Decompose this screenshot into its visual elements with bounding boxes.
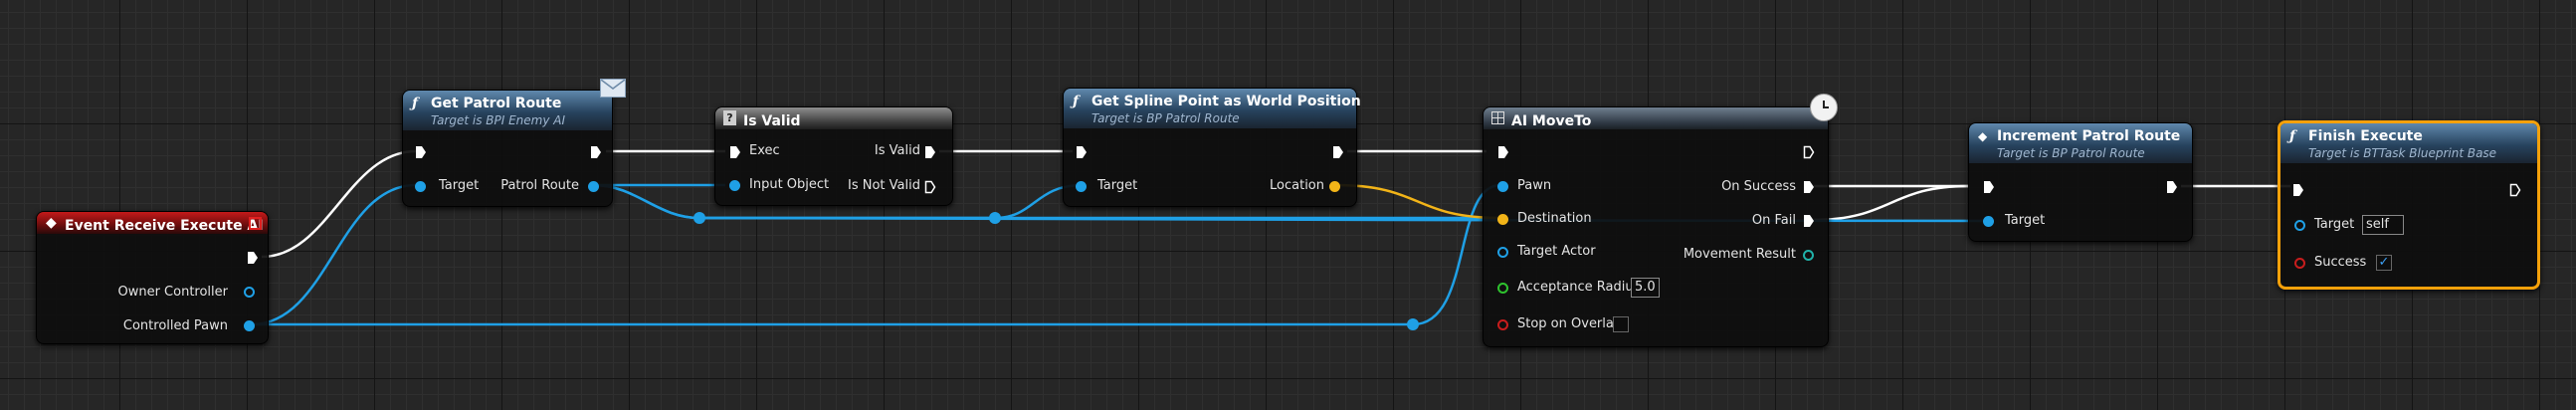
exec-in-pin[interactable] — [1983, 180, 1995, 194]
success-checkbox[interactable]: ✓ — [2376, 255, 2392, 271]
node-header: ? Is Valid — [715, 107, 952, 129]
function-icon: ƒ — [1073, 94, 1080, 109]
success-label: Success — [2314, 255, 2367, 270]
acceptance-radius-pin[interactable] — [1497, 283, 1508, 294]
target-label: Target — [2314, 217, 2355, 232]
exec-label: Exec — [749, 143, 780, 158]
owner-controller-label: Owner Controller — [117, 285, 228, 300]
exec-out-pin[interactable] — [2509, 183, 2521, 197]
event-diamond-icon: ◆ — [46, 215, 57, 231]
exec-wire — [1813, 184, 1969, 222]
node-header: ◆ Increment Patrol Route Target is BP Pa… — [1969, 123, 2192, 163]
event-diamond-icon: ◆ — [1978, 129, 1988, 143]
patrol-route-label: Patrol Route — [500, 178, 579, 193]
delegate-pin-icon[interactable] — [249, 217, 262, 230]
is-not-valid-exec-pin[interactable] — [924, 180, 936, 194]
target-actor-pin[interactable] — [1497, 247, 1508, 258]
node-subtitle: Target is BP Patrol Route — [1997, 146, 2145, 160]
destination-label: Destination — [1517, 211, 1592, 226]
node-header: ƒ Get Patrol Route Target is BPI Enemy A… — [403, 91, 612, 130]
stop-on-overlap-pin[interactable] — [1497, 319, 1508, 330]
on-fail-exec-pin[interactable] — [1803, 214, 1815, 228]
function-icon: ƒ — [2289, 128, 2296, 144]
is-valid-label: Is Valid — [874, 143, 920, 158]
grid-icon — [1491, 111, 1504, 124]
node-title: Increment Patrol Route — [1997, 128, 2181, 144]
function-icon: ƒ — [412, 96, 419, 111]
exec-in-pin[interactable] — [2292, 183, 2304, 197]
node-title: Get Spline Point as World Position — [1091, 94, 1361, 109]
node-header: AI MoveTo — [1484, 107, 1828, 129]
node-title: Is Valid — [743, 113, 801, 129]
stop-on-overlap-checkbox[interactable] — [1613, 316, 1629, 332]
is-valid-node[interactable]: ? Is Valid Exec Is Valid Input Object Is… — [714, 106, 953, 206]
node-title: Finish Execute — [2308, 128, 2423, 144]
target-label: Target — [2005, 213, 2046, 228]
location-label: Location — [1270, 178, 1324, 193]
input-object-label: Input Object — [749, 177, 830, 192]
success-pin[interactable] — [2294, 258, 2305, 269]
target-pin[interactable] — [415, 181, 426, 192]
on-fail-label: On Fail — [1751, 213, 1796, 228]
node-header: ◆ Event Receive Execute AI — [37, 212, 268, 234]
ai-moveto-node[interactable]: AI MoveTo Pawn On Success Destination On… — [1483, 94, 1838, 347]
exec-out-pin[interactable] — [1803, 145, 1815, 159]
exec-out-pin[interactable] — [1332, 145, 1344, 159]
target-self-input[interactable]: self — [2362, 215, 2404, 235]
destination-pin[interactable] — [1497, 214, 1508, 225]
finish-execute-node[interactable]: ƒ Finish Execute Target is BTTask Bluepr… — [2278, 120, 2540, 290]
acceptance-radius-label: Acceptance Radius — [1517, 280, 1641, 295]
target-pin[interactable] — [1983, 216, 1994, 227]
node-title: Get Patrol Route — [431, 96, 562, 111]
stop-on-overlap-label: Stop on Overlap — [1517, 316, 1623, 331]
exec-in-pin[interactable] — [729, 145, 741, 159]
location-pin[interactable] — [1329, 181, 1340, 192]
node-subtitle: Target is BPI Enemy AI — [431, 113, 566, 127]
is-valid-exec-pin[interactable] — [924, 145, 936, 159]
exec-in-pin[interactable] — [415, 145, 427, 159]
node-title: Event Receive Execute AI — [65, 218, 264, 234]
node-header: ƒ Get Spline Point as World Position Tar… — [1064, 89, 1361, 128]
owner-controller-pin[interactable] — [244, 287, 255, 298]
reroute-node[interactable] — [989, 212, 1001, 224]
increment-patrol-route-node[interactable]: ◆ Increment Patrol Route Target is BP Pa… — [1968, 122, 2193, 242]
exec-in-pin[interactable] — [1076, 145, 1088, 159]
node-header: ƒ Finish Execute Target is BTTask Bluepr… — [2280, 123, 2537, 163]
pawn-pin[interactable] — [1497, 181, 1508, 192]
exec-out-pin[interactable] — [2166, 180, 2178, 194]
reroute-node[interactable] — [694, 212, 705, 224]
target-actor-label: Target Actor — [1517, 244, 1596, 259]
exec-wire — [261, 149, 417, 259]
exec-out-pin[interactable] — [247, 251, 259, 265]
movement-result-label: Movement Result — [1683, 247, 1796, 262]
pawn-label: Pawn — [1517, 178, 1552, 193]
clock-icon — [1810, 94, 1838, 121]
target-pin[interactable] — [1076, 181, 1087, 192]
node-title: AI MoveTo — [1511, 113, 1592, 129]
movement-result-pin[interactable] — [1803, 250, 1814, 261]
exec-out-pin[interactable] — [590, 145, 602, 159]
exec-in-pin[interactable] — [1497, 145, 1509, 159]
target-pin[interactable] — [2294, 220, 2305, 231]
controlled-pawn-label: Controlled Pawn — [122, 318, 228, 333]
patrol-route-pin[interactable] — [588, 181, 599, 192]
get-spline-point-node[interactable]: ƒ Get Spline Point as World Position Tar… — [1063, 88, 1361, 207]
question-icon: ? — [723, 110, 736, 125]
node-subtitle: Target is BTTask Blueprint Base — [2308, 146, 2497, 160]
controlled-pawn-pin[interactable] — [244, 320, 255, 331]
data-wire — [1334, 183, 1501, 220]
target-label: Target — [439, 178, 480, 193]
reroute-node[interactable] — [1407, 318, 1419, 330]
acceptance-radius-input[interactable]: 5.0 — [1631, 278, 1660, 298]
input-object-pin[interactable] — [729, 180, 740, 191]
is-not-valid-label: Is Not Valid — [848, 178, 920, 193]
on-success-exec-pin[interactable] — [1803, 180, 1815, 194]
target-label: Target — [1097, 178, 1138, 193]
event-receive-execute-ai-node[interactable]: ◆ Event Receive Execute AI Owner Control… — [36, 211, 269, 344]
get-patrol-route-node[interactable]: ƒ Get Patrol Route Target is BPI Enemy A… — [402, 79, 626, 207]
envelope-icon — [600, 79, 626, 98]
node-subtitle: Target is BP Patrol Route — [1091, 111, 1240, 125]
on-success-label: On Success — [1721, 179, 1796, 194]
